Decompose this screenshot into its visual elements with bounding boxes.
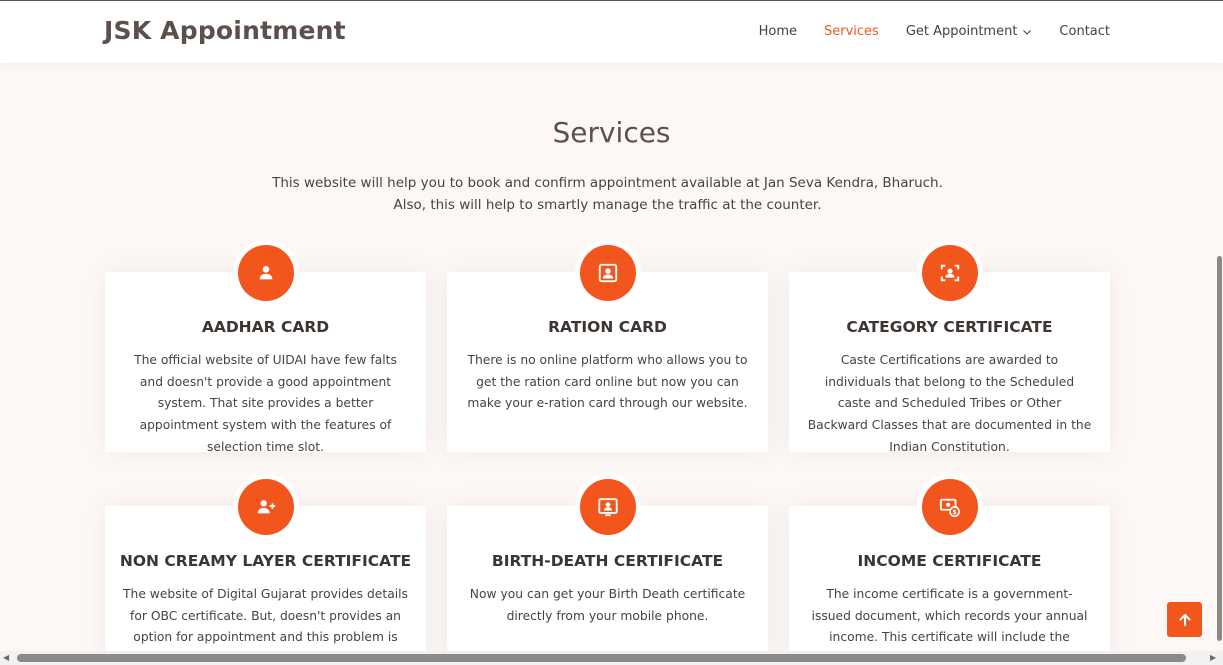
vertical-scrollbar-thumb[interactable]: [1217, 256, 1222, 641]
person-frame-icon: [580, 245, 636, 301]
person-icon: [238, 245, 294, 301]
arrow-up-icon: [1179, 613, 1190, 626]
service-card-birth-death[interactable]: BIRTH-DEATH CERTIFICATE Now you can get …: [447, 479, 768, 665]
person-board-icon: [580, 479, 636, 535]
vertical-scrollbar[interactable]: [1215, 0, 1223, 665]
section-description: This website will help you to book and c…: [0, 172, 1215, 216]
svg-text:$: $: [952, 508, 957, 516]
card-title: BIRTH-DEATH CERTIFICATE: [491, 552, 724, 570]
service-card-ration[interactable]: RATION CARD There is no online platform …: [447, 245, 768, 452]
card-title: AADHAR CARD: [201, 318, 330, 336]
header: JSK Appointment Home Services Get Appoin…: [0, 0, 1223, 63]
card-text: The official website of UIDAI have few f…: [134, 353, 397, 454]
card-title: INCOME CERTIFICATE: [857, 552, 1042, 570]
service-card-income[interactable]: $ INCOME CERTIFICATE The income certific…: [789, 479, 1110, 665]
card-text: Caste Certifications are awarded to indi…: [807, 353, 1092, 454]
nav-get-appointment-label: Get Appointment: [905, 24, 1018, 39]
nav-get-appointment[interactable]: Get Appointment: [906, 24, 1033, 39]
card-text: Now you can get your Birth Death certifi…: [469, 587, 746, 623]
back-to-top-button[interactable]: [1167, 602, 1202, 637]
card-title: NON CREAMY LAYER CERTIFICATE: [119, 552, 412, 570]
service-card-non-creamy-layer[interactable]: NON CREAMY LAYER CERTIFICATE The website…: [105, 479, 426, 665]
site-logo[interactable]: JSK Appointment: [104, 16, 346, 45]
scroll-left-icon[interactable]: ◀: [3, 653, 9, 662]
scroll-right-icon[interactable]: ▶: [1210, 653, 1216, 662]
section-description-line1: This website will help you to book and c…: [272, 175, 943, 191]
person-add-icon: [238, 479, 294, 535]
card-text: There is no online platform who allows y…: [467, 353, 748, 411]
horizontal-scrollbar[interactable]: ◀ ▶: [0, 651, 1223, 665]
main-nav: Home Services Get Appointment Contact: [732, 24, 1110, 39]
card-title: CATEGORY CERTIFICATE: [846, 318, 1053, 336]
card-title: RATION CARD: [548, 318, 667, 336]
person-scan-icon: [922, 245, 978, 301]
service-card-aadhar[interactable]: AADHAR CARD The official website of UIDA…: [105, 245, 426, 454]
nav-contact[interactable]: Contact: [1059, 24, 1110, 39]
nav-services[interactable]: Services: [824, 24, 879, 39]
horizontal-scrollbar-thumb[interactable]: [17, 654, 1186, 662]
chevron-down-icon: [1023, 29, 1032, 35]
section-description-line2: Also, this will help to smartly manage t…: [393, 197, 822, 213]
money-icon: $: [922, 479, 978, 535]
section-title: Services: [552, 116, 671, 149]
nav-home[interactable]: Home: [759, 24, 797, 39]
card-text: The website of Digital Gujarat provides …: [123, 587, 408, 645]
service-card-category[interactable]: CATEGORY CERTIFICATE Caste Certification…: [789, 245, 1110, 454]
